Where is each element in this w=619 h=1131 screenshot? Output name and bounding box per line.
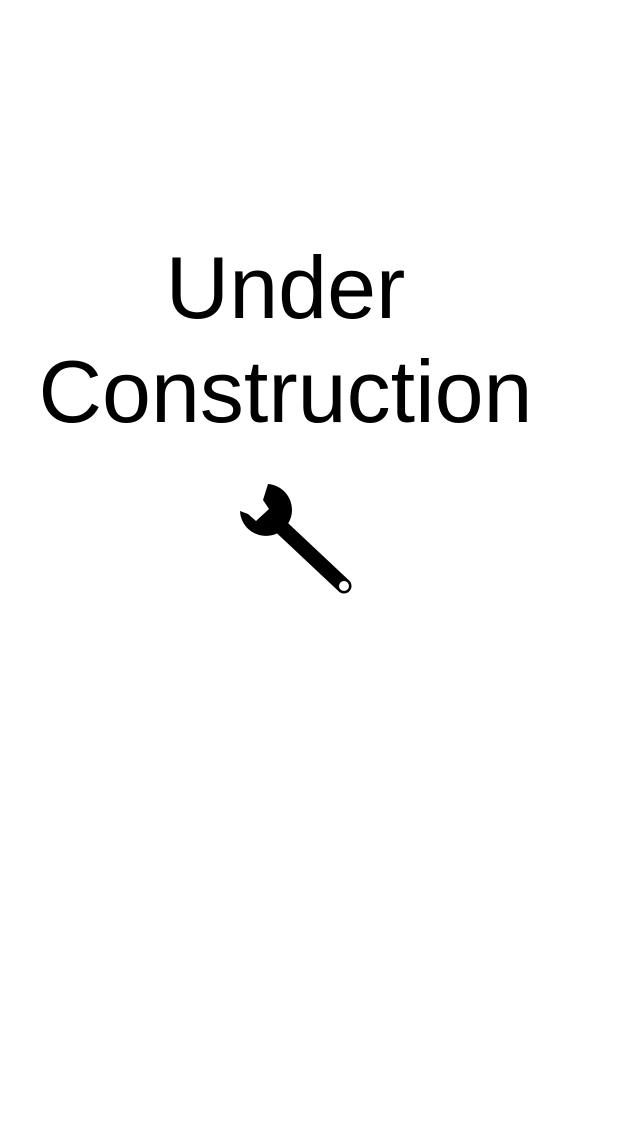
under-construction-page: Under Construction	[0, 0, 619, 1131]
title-line-under: Under	[165, 238, 406, 337]
title-line-construction: Construction	[38, 342, 533, 441]
page-title: Under Construction	[0, 236, 571, 444]
wrench-icon	[240, 484, 352, 594]
